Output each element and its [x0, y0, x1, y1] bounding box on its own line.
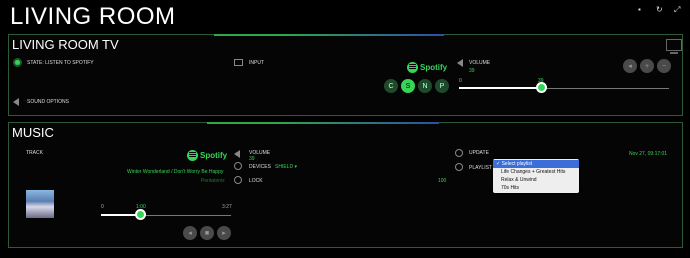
expand-icon[interactable]: ⤢ — [674, 6, 682, 14]
tv-volume-label: VOLUME — [469, 60, 491, 66]
sound-options-label[interactable]: SOUND OPTIONS — [27, 99, 69, 105]
source-button-n[interactable]: N — [418, 79, 432, 93]
sound-options-icon — [13, 98, 19, 106]
update-value: Nov 27, 09:17:01 — [629, 151, 668, 157]
music-card: MUSIC TRACK Spotify Winter Wonderland / … — [8, 122, 683, 248]
music-volume-value: 39 — [249, 156, 255, 162]
devices-label: DEVICES — [249, 164, 271, 170]
input-icon — [234, 59, 243, 66]
lock-label: LOCK — [249, 178, 263, 184]
track-title: Winter Wonderland / Don't Worry Be Happy — [127, 169, 224, 175]
spotify-icon — [187, 150, 198, 161]
state-indicator-icon — [13, 58, 22, 67]
playlist-label: PLAYLIST — [469, 165, 492, 171]
playlist-dropdown[interactable]: ✓ Select playlist Life Changes + Greates… — [493, 159, 579, 193]
spotify-label: Spotify — [420, 63, 448, 72]
volume-up-button[interactable]: + — [640, 59, 654, 73]
playlist-option-selected[interactable]: ✓ Select playlist — [493, 160, 579, 168]
tv-volume-fill — [459, 87, 541, 89]
refresh-icon[interactable]: ↻ — [656, 6, 664, 14]
volume-down-button[interactable]: − — [657, 59, 671, 73]
top-icons: ▪ ↻ ⤢ — [638, 6, 682, 14]
music-volume-icon — [234, 150, 240, 158]
source-button-p[interactable]: P — [435, 79, 449, 93]
tv-icon — [666, 39, 682, 54]
volume-mute-button[interactable]: ◂ — [623, 59, 637, 73]
playback-controls: ◂ ■ ▸ — [183, 226, 231, 240]
progress-knob[interactable] — [135, 209, 146, 220]
update-label: UPDATE — [469, 150, 489, 156]
tv-volume-buttons: ◂ + − — [623, 59, 671, 73]
track-label: TRACK — [26, 150, 43, 156]
state-label: STATE: LISTEN TO SPOTIFY — [27, 60, 94, 66]
tv-card: LIVING ROOM TV STATE: LISTEN TO SPOTIFY … — [8, 34, 683, 116]
volume-icon — [457, 59, 463, 67]
source-buttons: C S N P — [384, 79, 449, 93]
lock-icon — [234, 176, 242, 184]
progress-end: 3:27 — [222, 204, 232, 210]
playlist-option[interactable]: Relax & Unwind — [493, 176, 579, 184]
playlist-option[interactable]: Life Changes + Greatest Hits — [493, 168, 579, 176]
playlist-option[interactable]: 70s Hits — [493, 184, 579, 192]
tv-spotify-logo: Spotify — [407, 62, 447, 73]
next-button[interactable]: ▸ — [217, 226, 231, 240]
playlist-option-label: Select playlist — [501, 161, 533, 167]
tv-card-title: LIVING ROOM TV — [12, 37, 119, 52]
music-card-title: MUSIC — [12, 125, 54, 140]
stop-button[interactable]: ■ — [200, 226, 214, 240]
chat-icon[interactable]: ▪ — [638, 6, 646, 14]
device-value: SHIELD — [275, 164, 294, 170]
source-button-spotify[interactable]: S — [401, 79, 415, 93]
page-title: LIVING ROOM — [10, 3, 176, 30]
chevron-down-icon: ▾ — [293, 164, 297, 170]
update-icon — [455, 149, 463, 157]
lock-value: 100 — [438, 178, 447, 184]
devices-select[interactable]: SHIELD ▾ — [275, 164, 297, 170]
source-button-c[interactable]: C — [384, 79, 398, 93]
input-label: INPUT — [249, 60, 264, 66]
track-artist: Pentatonix — [201, 178, 225, 184]
album-art — [26, 190, 54, 218]
tv-volume-knob[interactable] — [536, 82, 547, 93]
check-icon: ✓ — [496, 161, 501, 167]
music-card-accent-bar — [207, 122, 439, 124]
tv-slider-min: 0 — [459, 78, 462, 84]
progress-start: 0 — [101, 204, 104, 210]
playlist-icon — [455, 163, 463, 171]
tv-card-accent-bar — [214, 34, 444, 36]
tv-volume-value: 39 — [469, 68, 475, 74]
progress-fill — [101, 214, 139, 216]
previous-button[interactable]: ◂ — [183, 226, 197, 240]
devices-icon — [234, 162, 242, 170]
music-spotify-logo: Spotify — [187, 150, 227, 161]
spotify-icon — [407, 62, 418, 73]
spotify-label: Spotify — [200, 151, 228, 160]
